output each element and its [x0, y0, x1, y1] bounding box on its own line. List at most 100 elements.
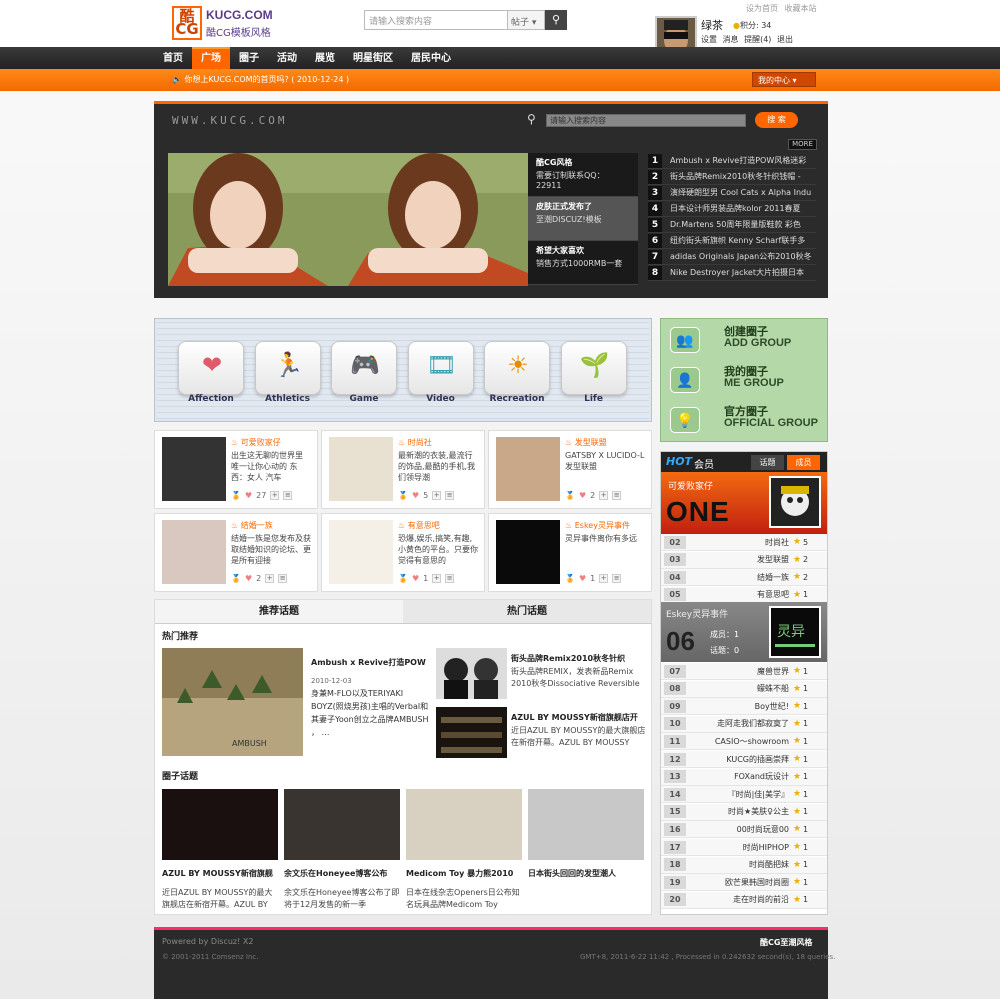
- member-name[interactable]: Boy世纪!: [686, 701, 793, 712]
- group-link[interactable]: 👥 创建圈子 ADD GROUP: [670, 323, 820, 359]
- site-logo-mark[interactable]: 酷CG: [172, 6, 202, 40]
- member-rank-row[interactable]: 07 魔兽世界 ★ 1: [661, 663, 827, 680]
- add-button[interactable]: +: [270, 491, 280, 500]
- powered-by[interactable]: Powered by Discuz! X2: [162, 937, 253, 946]
- category-button[interactable]: 🎮: [331, 341, 397, 395]
- category-button[interactable]: 🏃: [254, 341, 321, 395]
- user-links[interactable]: 设置 消息 提醒(4) 退出: [701, 34, 793, 45]
- group-card[interactable]: ♨ 发型联盟 GATSBY X LUCIDO-L 发型联盟 🏅 ♥ 2 + ≡: [488, 430, 652, 509]
- member-name[interactable]: 欧芒果韩国时尚圈: [686, 877, 793, 888]
- sixth-rank-image[interactable]: 灵异: [769, 606, 821, 658]
- ranking-item[interactable]: 4 日本设计师男装品牌kolor 2011春夏: [648, 201, 816, 217]
- member-rank-row[interactable]: 18 时尚酷把妹 ★ 1: [661, 856, 827, 874]
- group-card-name[interactable]: ♨ 结婚一族: [231, 520, 273, 531]
- circle-topic-title[interactable]: 余文乐在Honeyee博客公布: [284, 868, 387, 879]
- member-name[interactable]: 时尚★美肤♀公主: [686, 806, 793, 817]
- member-name[interactable]: 有意思吧: [686, 589, 793, 600]
- banner-side-item[interactable]: 皮肤正式发布了 至潮DISCUZ!模板: [528, 197, 638, 241]
- member-name[interactable]: 发型联盟: [686, 554, 793, 565]
- member-rank-row[interactable]: 11 CASIO～showroom ★ 1: [661, 733, 827, 751]
- member-name[interactable]: KUCG的插画崇拜: [686, 754, 793, 765]
- group-card-name[interactable]: ♨ 有意思吧: [398, 520, 440, 531]
- nav-item[interactable]: 首页: [154, 47, 192, 69]
- menu-button[interactable]: ≡: [283, 491, 293, 500]
- nav-item[interactable]: 活动: [268, 47, 306, 69]
- ranking-item[interactable]: 5 Dr.Martens 50周年限量版鞋款 彩色: [648, 217, 816, 233]
- member-name[interactable]: FOXand玩设计: [686, 771, 793, 782]
- nav-item[interactable]: 圈子: [230, 47, 268, 69]
- ranking-item[interactable]: 8 Nike Destroyer Jacket大片拍摄日本: [648, 265, 816, 281]
- member-name[interactable]: 结婚一族: [686, 572, 793, 583]
- circle-topic-image[interactable]: [528, 789, 644, 860]
- group-card[interactable]: ♨ 时尚社 最新潮的衣装,最流行的饰品,最酷的手机,我们领导潮 🏅 ♥ 5 + ≡: [321, 430, 485, 509]
- add-button[interactable]: +: [599, 574, 609, 583]
- group-card-image[interactable]: [496, 520, 560, 584]
- group-card-image[interactable]: [162, 520, 226, 584]
- banner-search-button[interactable]: 搜 索: [755, 112, 798, 128]
- ranking-item[interactable]: 7 adidas Originals Japan公布2010秋冬: [648, 249, 816, 265]
- group-card[interactable]: ♨ 结婚一族 结婚一族是您发布及获取结婚知识的论坛、更是所有迎接 🏅 ♥ 2 + ≡: [154, 513, 318, 592]
- notice-text[interactable]: 🔈 你想上KUCG.COM的首页吗? ( 2010-12-24 ): [172, 74, 349, 85]
- member-name[interactable]: 时尚酷把妹: [686, 859, 793, 870]
- small-topic-title[interactable]: 街头品牌Remix2010秋冬针织: [511, 653, 625, 664]
- group-card-name[interactable]: ♨ 时尚社: [398, 437, 432, 448]
- nav-item[interactable]: 展览: [306, 47, 344, 69]
- small-topic-title[interactable]: AZUL BY MOUSSY新宿旗舰店开: [511, 712, 638, 723]
- category-button[interactable]: ☀: [484, 341, 550, 395]
- member-rank-row[interactable]: 09 Boy世纪! ★ 1: [661, 698, 827, 716]
- nav-item[interactable]: 居民中心: [402, 47, 460, 69]
- circle-topic-title[interactable]: Medicom Toy 暴力熊2010: [406, 868, 513, 879]
- group-link[interactable]: 👤 我的圈子 ME GROUP: [670, 363, 820, 399]
- add-button[interactable]: +: [265, 574, 275, 583]
- ranking-item[interactable]: 2 街头品牌Remix2010秋冬针织钱帽 -: [648, 169, 816, 185]
- group-card-name[interactable]: ♨ 可爱败家仔: [231, 437, 281, 448]
- member-rank-row[interactable]: 13 FOXand玩设计 ★ 1: [661, 768, 827, 786]
- sixth-rank-name[interactable]: Eskey灵异事件: [666, 607, 728, 620]
- member-rank-row[interactable]: 15 时尚★美肤♀公主 ★ 1: [661, 803, 827, 821]
- member-rank-row[interactable]: 03 发型联盟 ★ 2: [661, 551, 827, 569]
- member-rank-row[interactable]: 02 时尚社 ★ 5: [661, 534, 827, 551]
- member-rank-row[interactable]: 14 『时尚|佳|美学』 ★ 1: [661, 786, 827, 804]
- member-rank-row[interactable]: 20 走在时尚的前沿 ★ 1: [661, 891, 827, 909]
- nav-item[interactable]: 广场: [192, 47, 230, 69]
- member-name[interactable]: 走阿走我们都寂寞了: [686, 718, 793, 729]
- add-button[interactable]: +: [599, 491, 609, 500]
- menu-button[interactable]: ≡: [445, 491, 455, 500]
- member-name[interactable]: 『时尚|佳|美学』: [686, 789, 793, 800]
- menu-button[interactable]: ≡: [612, 491, 622, 500]
- group-link[interactable]: 💡 官方圈子 OFFICIAL GROUP: [670, 403, 820, 439]
- banner-side-item[interactable]: 酷CG风格 需要订制联系QQ：22911: [528, 153, 638, 197]
- member-name[interactable]: 时尚HIPHOP: [686, 842, 793, 853]
- member-rank-row[interactable]: 10 走阿走我们都寂寞了 ★ 1: [661, 715, 827, 733]
- category-label[interactable]: Life: [561, 394, 627, 404]
- category-label[interactable]: Athletics: [255, 394, 321, 404]
- username[interactable]: 绿茶: [701, 17, 723, 33]
- group-card-image[interactable]: [329, 520, 393, 584]
- banner-photo[interactable]: [168, 153, 528, 286]
- menu-button[interactable]: ≡: [278, 574, 288, 583]
- category-label[interactable]: Game: [331, 394, 397, 404]
- nav-item[interactable]: 明星街区: [344, 47, 402, 69]
- small-topic-image[interactable]: [436, 648, 507, 699]
- top-search-input[interactable]: 请输入搜索内容: [364, 10, 508, 30]
- circle-topic-image[interactable]: [284, 789, 400, 860]
- circle-topic-image[interactable]: [162, 789, 278, 860]
- circle-topic-title[interactable]: AZUL BY MOUSSY新宿旗舰: [162, 868, 273, 879]
- member-rank-row[interactable]: 08 蠓蛛不船 ★ 1: [661, 680, 827, 698]
- search-type-select[interactable]: 帖子 ▾: [508, 10, 545, 30]
- category-label[interactable]: Recreation: [484, 394, 550, 404]
- top-rank-name[interactable]: 可爱败家仔: [668, 479, 713, 492]
- member-name[interactable]: 魔兽世界: [686, 666, 793, 677]
- circle-topic-title[interactable]: 日本街头回回的发型潮人: [528, 868, 616, 879]
- group-card[interactable]: ♨ 有意思吧 恐爆,娱乐,搞笑,有趣,小黄色的平台。只要你觉得有意思的 🏅 ♥ 1 + ≡: [321, 513, 485, 592]
- add-button[interactable]: +: [432, 574, 442, 583]
- more-button[interactable]: MORE: [788, 139, 817, 150]
- banner-search-input[interactable]: 请输入搜索内容: [546, 114, 746, 127]
- member-name[interactable]: 时尚社: [686, 537, 793, 548]
- group-card-name[interactable]: ♨ Eskey灵异事件: [565, 520, 630, 531]
- ranking-item[interactable]: 6 纽约街头新旗帜 Kenny Scharf联手多: [648, 233, 816, 249]
- small-topic-image[interactable]: [436, 707, 507, 758]
- member-rank-row[interactable]: 16 00时尚玩意00 ★ 1: [661, 821, 827, 839]
- member-name[interactable]: 00时尚玩意00: [686, 824, 793, 835]
- category-button[interactable]: 🌱: [560, 341, 627, 395]
